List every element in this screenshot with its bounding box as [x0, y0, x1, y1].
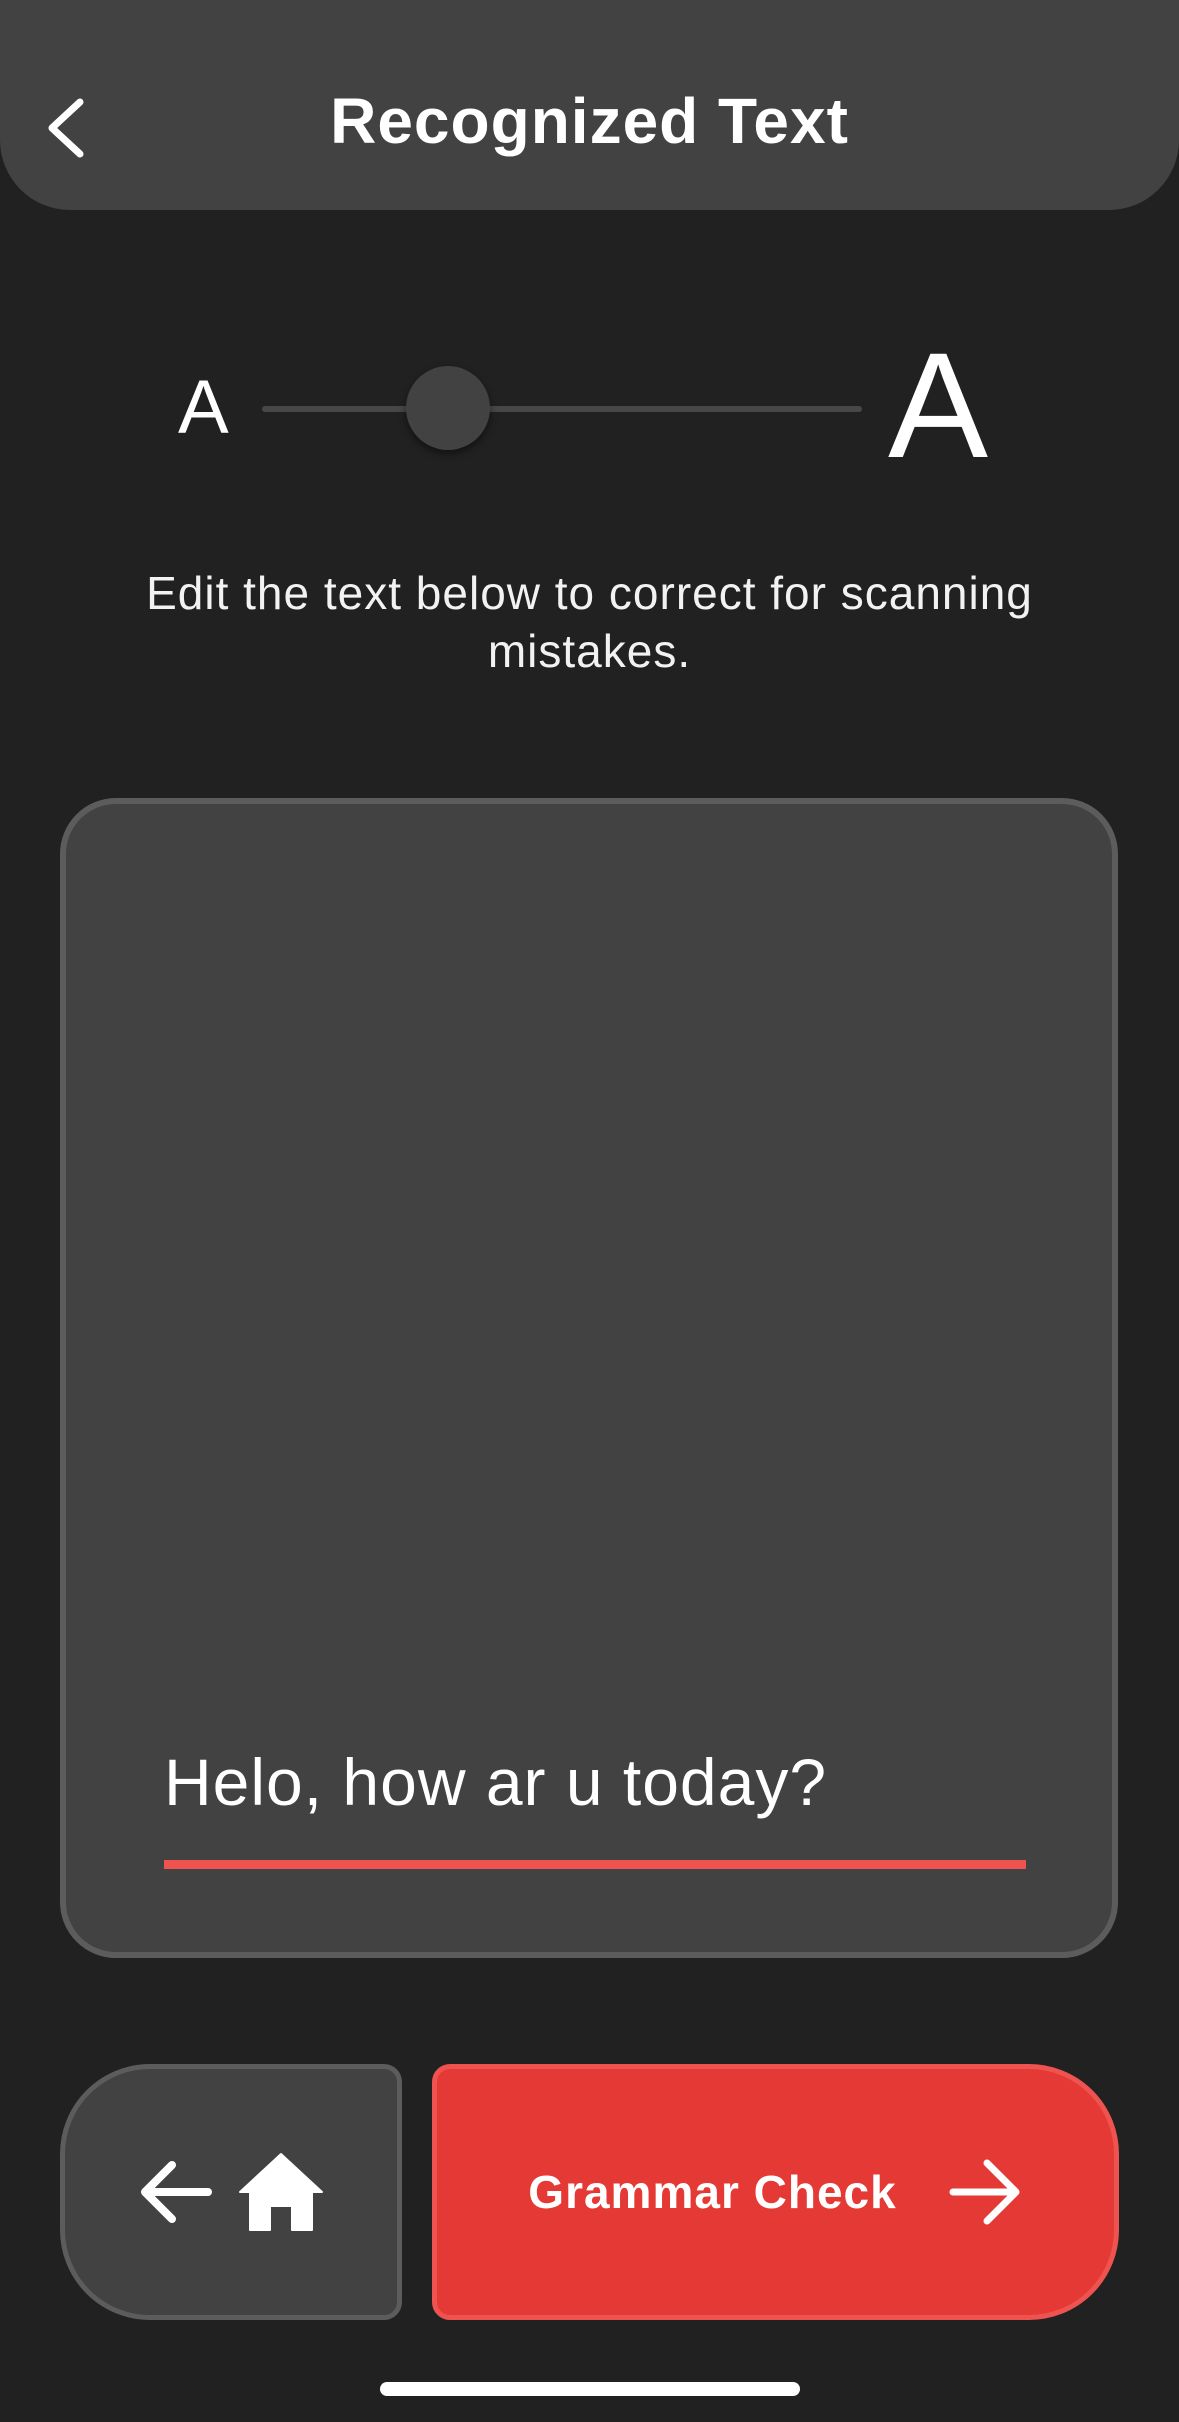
- slider-thumb[interactable]: [406, 366, 490, 450]
- small-font-label: A: [178, 365, 229, 450]
- grammar-check-label: Grammar Check: [528, 2166, 897, 2218]
- large-font-label: A: [888, 321, 989, 489]
- spellcheck-underline: [164, 1860, 1026, 1869]
- slider-track[interactable]: [262, 406, 862, 412]
- back-home-button[interactable]: [60, 2064, 402, 2320]
- text-editor-card: [60, 798, 1118, 1958]
- grammar-check-button[interactable]: Grammar Check: [432, 2064, 1119, 2320]
- home-icon: [239, 2153, 323, 2231]
- page-title: Recognized Text: [330, 85, 849, 157]
- recognized-text-screen: Recognized Text A A Edit the text below …: [0, 0, 1179, 2422]
- home-indicator[interactable]: [380, 2382, 800, 2396]
- header-bar: Recognized Text: [0, 0, 1179, 210]
- font-size-slider: A A: [0, 330, 1179, 490]
- arrow-left-icon: [141, 2161, 212, 2223]
- recognized-text-input[interactable]: [164, 1744, 1024, 1820]
- instructions-text: Edit the text below to correct for scann…: [146, 567, 1033, 677]
- arrow-right-icon: [949, 2159, 1020, 2225]
